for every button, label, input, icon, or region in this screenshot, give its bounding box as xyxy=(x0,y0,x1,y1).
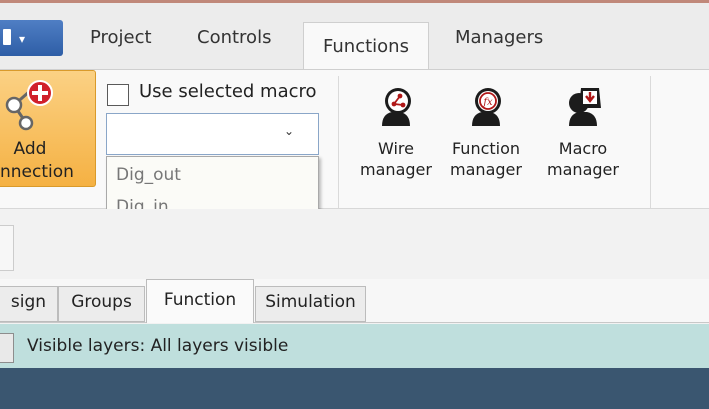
function-manager-icon: fx xyxy=(472,88,501,126)
wire-manager-label-line2: manager xyxy=(360,160,432,179)
document-icon xyxy=(3,29,11,45)
ribbon-group-separator xyxy=(650,76,651,208)
ribbon-panel: Add nnection Use selected macro ⌄ Wire m… xyxy=(0,69,709,232)
function-manager-label-line1: Function xyxy=(451,139,521,158)
wire-manager-label-line1: Wire xyxy=(378,139,414,158)
svg-text:fx: fx xyxy=(482,97,493,108)
view-tab-groups[interactable]: Groups xyxy=(58,286,145,322)
add-connection-button[interactable]: Add nnection xyxy=(0,70,96,187)
add-connection-label-line2: nnection xyxy=(0,162,74,182)
wire-manager-icon xyxy=(382,88,411,126)
ribbon-group-separator xyxy=(338,76,339,208)
collapsed-panel-edge[interactable] xyxy=(0,225,14,271)
view-tab-simulation[interactable]: Simulation xyxy=(255,286,366,322)
function-manager-label-line2: manager xyxy=(450,160,522,179)
macro-manager-button[interactable]: Macro manager xyxy=(540,70,626,190)
macro-manager-label-line1: Macro xyxy=(558,139,608,158)
application-menu-button[interactable]: ▾ xyxy=(0,20,63,56)
visible-layers-label: Visible layers: All layers visible xyxy=(27,336,289,356)
tab-functions[interactable]: Functions xyxy=(303,22,429,70)
add-connection-icon xyxy=(5,80,53,131)
tab-managers[interactable]: Managers xyxy=(455,20,543,56)
add-connection-label-line1: Add xyxy=(13,139,47,159)
macro-manager-label-line2: manager xyxy=(547,160,619,179)
function-manager-button[interactable]: fx Function manager xyxy=(446,70,526,190)
use-selected-macro-checkbox[interactable] xyxy=(107,84,129,106)
secondary-toolbar xyxy=(0,209,709,279)
use-selected-macro-label: Use selected macro xyxy=(139,81,317,102)
macro-option-dig-out[interactable]: Dig_out xyxy=(116,165,181,185)
layer-toggle-button[interactable] xyxy=(0,333,14,363)
macro-manager-icon xyxy=(569,88,601,126)
workspace-canvas[interactable] xyxy=(0,368,709,409)
tab-project[interactable]: Project xyxy=(90,20,152,56)
chevron-down-icon: ▾ xyxy=(19,32,26,46)
wire-manager-button[interactable]: Wire manager xyxy=(354,70,438,190)
view-tab-function[interactable]: Function xyxy=(146,279,254,323)
chevron-down-icon[interactable]: ⌄ xyxy=(284,124,294,138)
tab-controls[interactable]: Controls xyxy=(197,20,271,56)
view-tab-design[interactable]: sign xyxy=(0,286,58,322)
